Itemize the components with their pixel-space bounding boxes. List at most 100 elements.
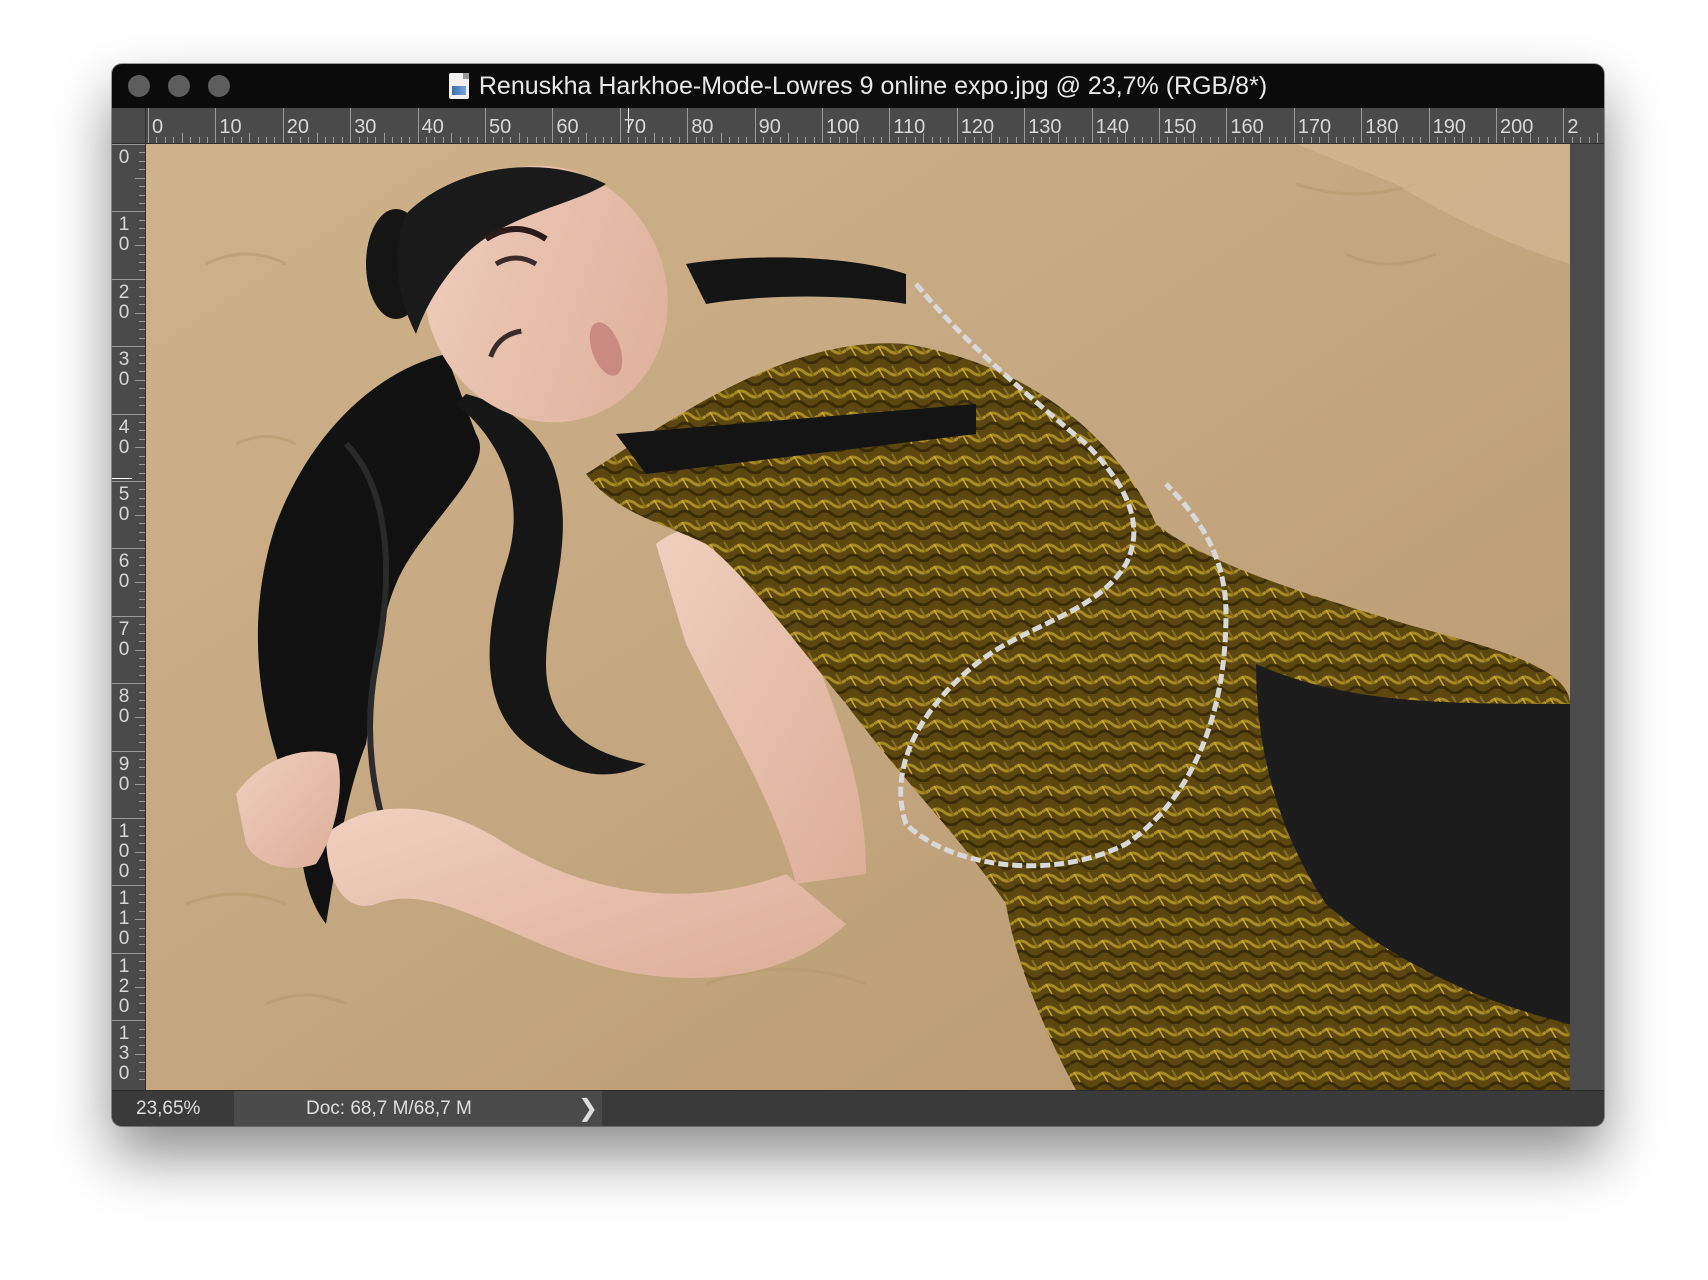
ruler-minor-tick (1554, 137, 1556, 143)
ruler-minor-tick (139, 641, 145, 643)
ruler-minor-tick (586, 133, 588, 143)
vertical-ruler[interactable]: 0 1 0 2 0 3 0 4 0 5 0 6 0 7 0 8 0 9 0 1 0 0 1 1 0 1 … (112, 144, 146, 1090)
chevron-right-icon[interactable]: ❯ (574, 1091, 602, 1126)
ruler-minor-tick (1083, 137, 1085, 143)
ruler-label: 6 0 (118, 551, 130, 593)
ruler-minor-tick (139, 160, 145, 162)
ruler-minor-tick (139, 624, 145, 626)
ruler-minor-tick (1167, 137, 1169, 143)
ruler-minor-tick (139, 219, 145, 221)
ruler-major-tick (112, 144, 145, 145)
ruler-minor-tick (139, 573, 145, 575)
ruler-minor-tick (135, 379, 145, 381)
image-canvas[interactable] (146, 144, 1570, 1090)
ruler-minor-tick (527, 137, 529, 143)
ruler-minor-tick (1546, 137, 1548, 143)
ruler-minor-tick (535, 137, 537, 143)
photoshop-document-window[interactable]: Renuskha Harkhoe-Mode-Lowres 9 online ex… (112, 64, 1604, 1126)
ruler-label: 20 (286, 116, 310, 138)
ruler-minor-tick (139, 792, 145, 794)
ruler-minor-tick (139, 261, 145, 263)
ruler-minor-tick (139, 868, 145, 870)
ruler-minor-tick (864, 137, 866, 143)
ruler-minor-tick (139, 801, 145, 803)
ruler-label: 1 0 0 (118, 821, 130, 882)
ruler-minor-tick (434, 137, 436, 143)
ruler-major-tick (687, 108, 689, 143)
ruler-label: 5 0 (118, 484, 130, 525)
ruler-minor-tick (763, 137, 765, 143)
horizontal-ruler[interactable]: 0 10 20 30 40 50 60 70 80 90 100 110 120 130 140 150 160… (146, 108, 1604, 144)
ruler-minor-tick (602, 137, 604, 143)
ruler-label: 200 (1500, 116, 1534, 138)
ruler-major-tick (112, 683, 145, 685)
ruler-minor-tick (1276, 137, 1278, 143)
title-bar[interactable]: Renuskha Harkhoe-Mode-Lowres 9 online ex… (112, 64, 1604, 108)
ruler-minor-tick (139, 1070, 145, 1072)
ruler-minor-tick (139, 430, 145, 432)
ruler-minor-tick (400, 137, 402, 143)
ruler-minor-tick (1234, 137, 1236, 143)
ruler-minor-tick (139, 961, 145, 963)
ruler-minor-tick (830, 137, 832, 143)
ruler-origin-corner[interactable] (112, 108, 146, 144)
ruler-minor-tick (223, 137, 225, 143)
ruler-minor-tick (906, 137, 908, 143)
ruler-minor-tick (139, 927, 145, 929)
ruler-minor-tick (139, 691, 145, 693)
ruler-minor-tick (1319, 137, 1321, 143)
ruler-minor-tick (1007, 137, 1009, 143)
ruler-label: 130 (1028, 116, 1062, 138)
ruler-major-tick (1226, 108, 1228, 143)
document-size-info[interactable]: Doc: 68,7 M/68,7 M (234, 1091, 602, 1126)
ruler-minor-tick (628, 137, 630, 143)
zoom-level-field[interactable]: 23,65% (112, 1091, 234, 1126)
ruler-label: 30 (354, 116, 377, 138)
ruler-minor-tick (383, 133, 385, 143)
ruler-minor-tick (139, 565, 145, 567)
ruler-major-tick (112, 885, 145, 887)
ruler-minor-tick (135, 784, 145, 786)
ruler-minor-tick (139, 405, 145, 407)
ruler-minor-tick (139, 186, 145, 188)
ruler-minor-tick (240, 137, 242, 143)
ruler-minor-tick (139, 556, 145, 558)
ruler-minor-tick (493, 137, 495, 143)
ruler-minor-tick (139, 472, 145, 474)
ruler-minor-tick (164, 137, 166, 143)
ruler-label: 160 (1230, 116, 1264, 138)
ruler-minor-tick (661, 137, 663, 143)
ruler-major-tick (148, 108, 149, 143)
ruler-minor-tick (139, 531, 145, 533)
ruler-minor-tick (139, 834, 145, 836)
ruler-minor-tick (813, 137, 815, 143)
ruler-minor-tick (274, 137, 276, 143)
ruler-major-tick (112, 750, 145, 752)
ruler-minor-tick (139, 700, 145, 702)
ruler-major-tick (619, 108, 621, 143)
ruler-label: 9 0 (118, 753, 130, 795)
ruler-minor-tick (139, 169, 145, 171)
ruler-minor-tick (1437, 137, 1439, 143)
ruler-minor-tick (1462, 133, 1464, 143)
ruler-minor-tick (779, 137, 781, 143)
ruler-minor-tick (139, 607, 145, 609)
ruler-minor-tick (1057, 133, 1059, 143)
ruler-major-tick (350, 108, 352, 143)
ruler-minor-tick (1209, 137, 1211, 143)
ruler-minor-tick (139, 489, 145, 491)
ruler-minor-tick (451, 133, 453, 143)
ruler-label: 4 0 (118, 416, 130, 458)
ruler-minor-tick (139, 371, 145, 373)
ruler-minor-tick (855, 133, 857, 143)
ruler-label: 70 (623, 116, 647, 138)
ruler-minor-tick (982, 137, 984, 143)
ruler-minor-tick (1538, 137, 1540, 143)
ruler-minor-tick (998, 137, 1000, 143)
ruler-major-tick (112, 481, 145, 482)
ruler-minor-tick (139, 202, 145, 204)
ruler-label: 150 (1163, 116, 1197, 138)
ruler-minor-tick (139, 674, 145, 676)
ruler-minor-tick (948, 137, 950, 143)
ruler-minor-tick (249, 133, 251, 143)
